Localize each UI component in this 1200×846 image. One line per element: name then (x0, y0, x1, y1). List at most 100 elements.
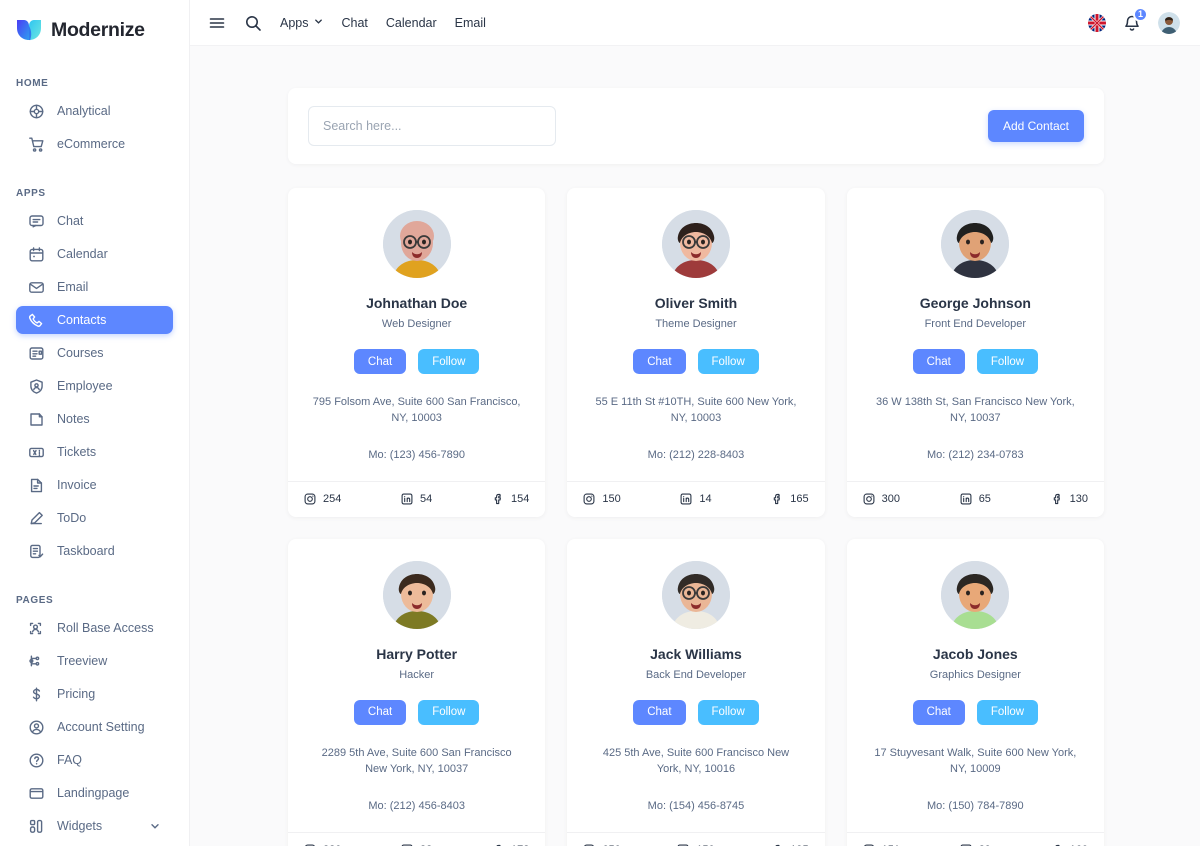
follow-button[interactable]: Follow (976, 699, 1039, 725)
sidebar-caption: PAGES (16, 595, 54, 606)
sidebar-nav: HOME Analytical eCommerce APPS Chat Calendar E… (0, 68, 189, 840)
contact-card: Jack Williams Back End Developer Chat Fo… (567, 538, 825, 846)
sidebar-item-label: Tickets (57, 445, 97, 459)
uk-flag-icon[interactable] (1088, 13, 1106, 32)
chat-button[interactable]: Chat (353, 349, 407, 374)
contact-address: 55 E 11th St #10TH, Suite 600 New York, … (595, 396, 797, 424)
sidebar-item-contacts[interactable]: Contacts (16, 306, 173, 334)
topbar-left: Apps Chat Calendar Email (208, 14, 486, 32)
contact-role: Graphics Designer (929, 668, 1021, 681)
sidebar-item-landingpage[interactable]: Landingpage (16, 779, 173, 807)
sidebar-item-email[interactable]: Email (16, 273, 173, 301)
facebook-icon (771, 493, 783, 505)
topbar-link-email[interactable]: Email (455, 16, 486, 30)
topbar-link-apps[interactable]: Apps (280, 16, 324, 30)
contact-name: Jack Williams (650, 645, 742, 662)
contact-card-footer: 220 38 178 (288, 831, 546, 846)
sidebar-item-invoice[interactable]: Invoice (16, 471, 173, 499)
follow-button[interactable]: Follow (418, 699, 480, 725)
contacts-grid: Johnathan Doe Web Designer Chat Follow 7… (288, 188, 1104, 846)
follow-button[interactable]: Follow (418, 349, 480, 374)
sidebar-section-apps: APPS Chat Calendar Email Contacts Courses Empl… (0, 178, 189, 565)
sidebar-item-roll-base-access[interactable]: Roll Base Access (16, 614, 173, 642)
topbar-link-chat[interactable]: Chat (342, 16, 368, 30)
search-toolbar: Add Contact (288, 88, 1104, 164)
sidebar-item-label: Landingpage (57, 786, 130, 800)
sidebar-item-label: Employee (57, 379, 113, 393)
sidebar-item-chat[interactable]: Chat (16, 207, 173, 235)
sidebar-item-account-setting[interactable]: Account Setting (16, 713, 173, 741)
add-contact-button[interactable]: Add Contact (987, 110, 1084, 142)
contact-phone: Mo: (212) 234-0783 (927, 448, 1024, 461)
chat-button[interactable]: Chat (633, 349, 686, 374)
chat-button[interactable]: Chat (633, 699, 686, 725)
sidebar-item-ecommerce[interactable]: eCommerce (16, 130, 173, 158)
facebook-count: 154 (510, 493, 530, 506)
instagram-icon (304, 493, 316, 505)
sidebar-item-label: Widgets (57, 819, 103, 833)
contact-card-body: Oliver Smith Theme Designer Chat Follow … (567, 188, 824, 481)
sidebar-item-analytical[interactable]: Analytical (16, 97, 173, 125)
sidebar-item-tickets[interactable]: Tickets (16, 438, 173, 466)
instagram-stat[interactable]: 300 (863, 493, 938, 505)
sidebar-item-courses[interactable]: Courses (16, 339, 173, 367)
contact-actions: Chat Follow (633, 699, 759, 725)
follow-button[interactable]: Follow (976, 349, 1039, 374)
sidebar-item-label: Invoice (57, 478, 97, 492)
sidebar-item-employee[interactable]: Employee (16, 372, 173, 400)
sidebar-item-widgets[interactable]: Widgets (16, 812, 173, 840)
chat-bubble-icon (28, 213, 45, 230)
sidebar-item-pricing[interactable]: Pricing (16, 680, 173, 708)
chevron-down-icon[interactable] (149, 820, 161, 832)
search-icon[interactable] (244, 14, 262, 32)
ticket-icon (28, 444, 45, 461)
chat-button[interactable]: Chat (912, 699, 965, 725)
sidebar-item-label: eCommerce (57, 137, 126, 151)
notifications-button[interactable]: 1 (1122, 6, 1148, 33)
sidebar-item-treeview[interactable]: Treeview (16, 647, 173, 675)
facebook-stat[interactable]: 154 (454, 493, 529, 505)
sidebar-item-label: Roll Base Access (57, 621, 154, 635)
linkedin-count: 65 (978, 493, 991, 506)
modernize-logo-icon (16, 18, 42, 42)
contact-card: Oliver Smith Theme Designer Chat Follow … (567, 188, 825, 517)
sidebar-item-calendar[interactable]: Calendar (16, 240, 173, 268)
instagram-stat[interactable]: 254 (304, 493, 379, 505)
pencil-icon (28, 510, 45, 527)
search-input[interactable] (308, 106, 556, 146)
contact-role: Front End Developer (924, 318, 1027, 330)
instagram-count: 300 (881, 493, 901, 506)
follow-button[interactable]: Follow (697, 699, 759, 725)
facebook-icon (492, 493, 504, 505)
sidebar-item-notes[interactable]: Notes (16, 405, 173, 433)
sidebar-item-label: Courses (57, 346, 104, 360)
brand[interactable]: Modernize (0, 0, 189, 48)
widgets-icon (28, 818, 45, 835)
instagram-stat[interactable]: 150 (583, 493, 658, 505)
instagram-count: 254 (323, 493, 342, 506)
contact-card-body: George Johnson Front End Developer Chat … (847, 188, 1104, 481)
follow-button[interactable]: Follow (697, 349, 759, 374)
facebook-stat[interactable]: 165 (734, 493, 809, 505)
chat-button[interactable]: Chat (912, 349, 965, 374)
contact-address: 17 Stuyvesant Walk, Suite 600 New York, … (874, 746, 1077, 775)
facebook-stat[interactable]: 130 (1013, 493, 1088, 505)
instagram-icon (863, 493, 875, 505)
linkedin-stat[interactable]: 54 (379, 493, 454, 505)
sidebar-section-pages: PAGES Roll Base Access Treeview Pricing Acco… (0, 585, 189, 840)
user-avatar-icon[interactable] (1158, 11, 1180, 34)
sidebar-item-label: ToDo (57, 511, 87, 525)
hamburger-icon[interactable] (208, 14, 226, 32)
sidebar-item-todo[interactable]: ToDo (16, 504, 173, 532)
contact-phone: Mo: (154) 456-8745 (647, 799, 745, 812)
sidebar-item-taskboard[interactable]: Taskboard (16, 537, 173, 565)
phone-icon (28, 312, 45, 329)
linkedin-icon (680, 493, 692, 505)
linkedin-stat[interactable]: 14 (658, 493, 733, 505)
linkedin-stat[interactable]: 65 (938, 493, 1013, 505)
contact-role: Web Designer (381, 318, 452, 330)
contact-avatar (661, 210, 730, 278)
chat-button[interactable]: Chat (353, 699, 407, 725)
sidebar-item-faq[interactable]: FAQ (16, 746, 173, 774)
topbar-link-calendar[interactable]: Calendar (386, 16, 437, 30)
